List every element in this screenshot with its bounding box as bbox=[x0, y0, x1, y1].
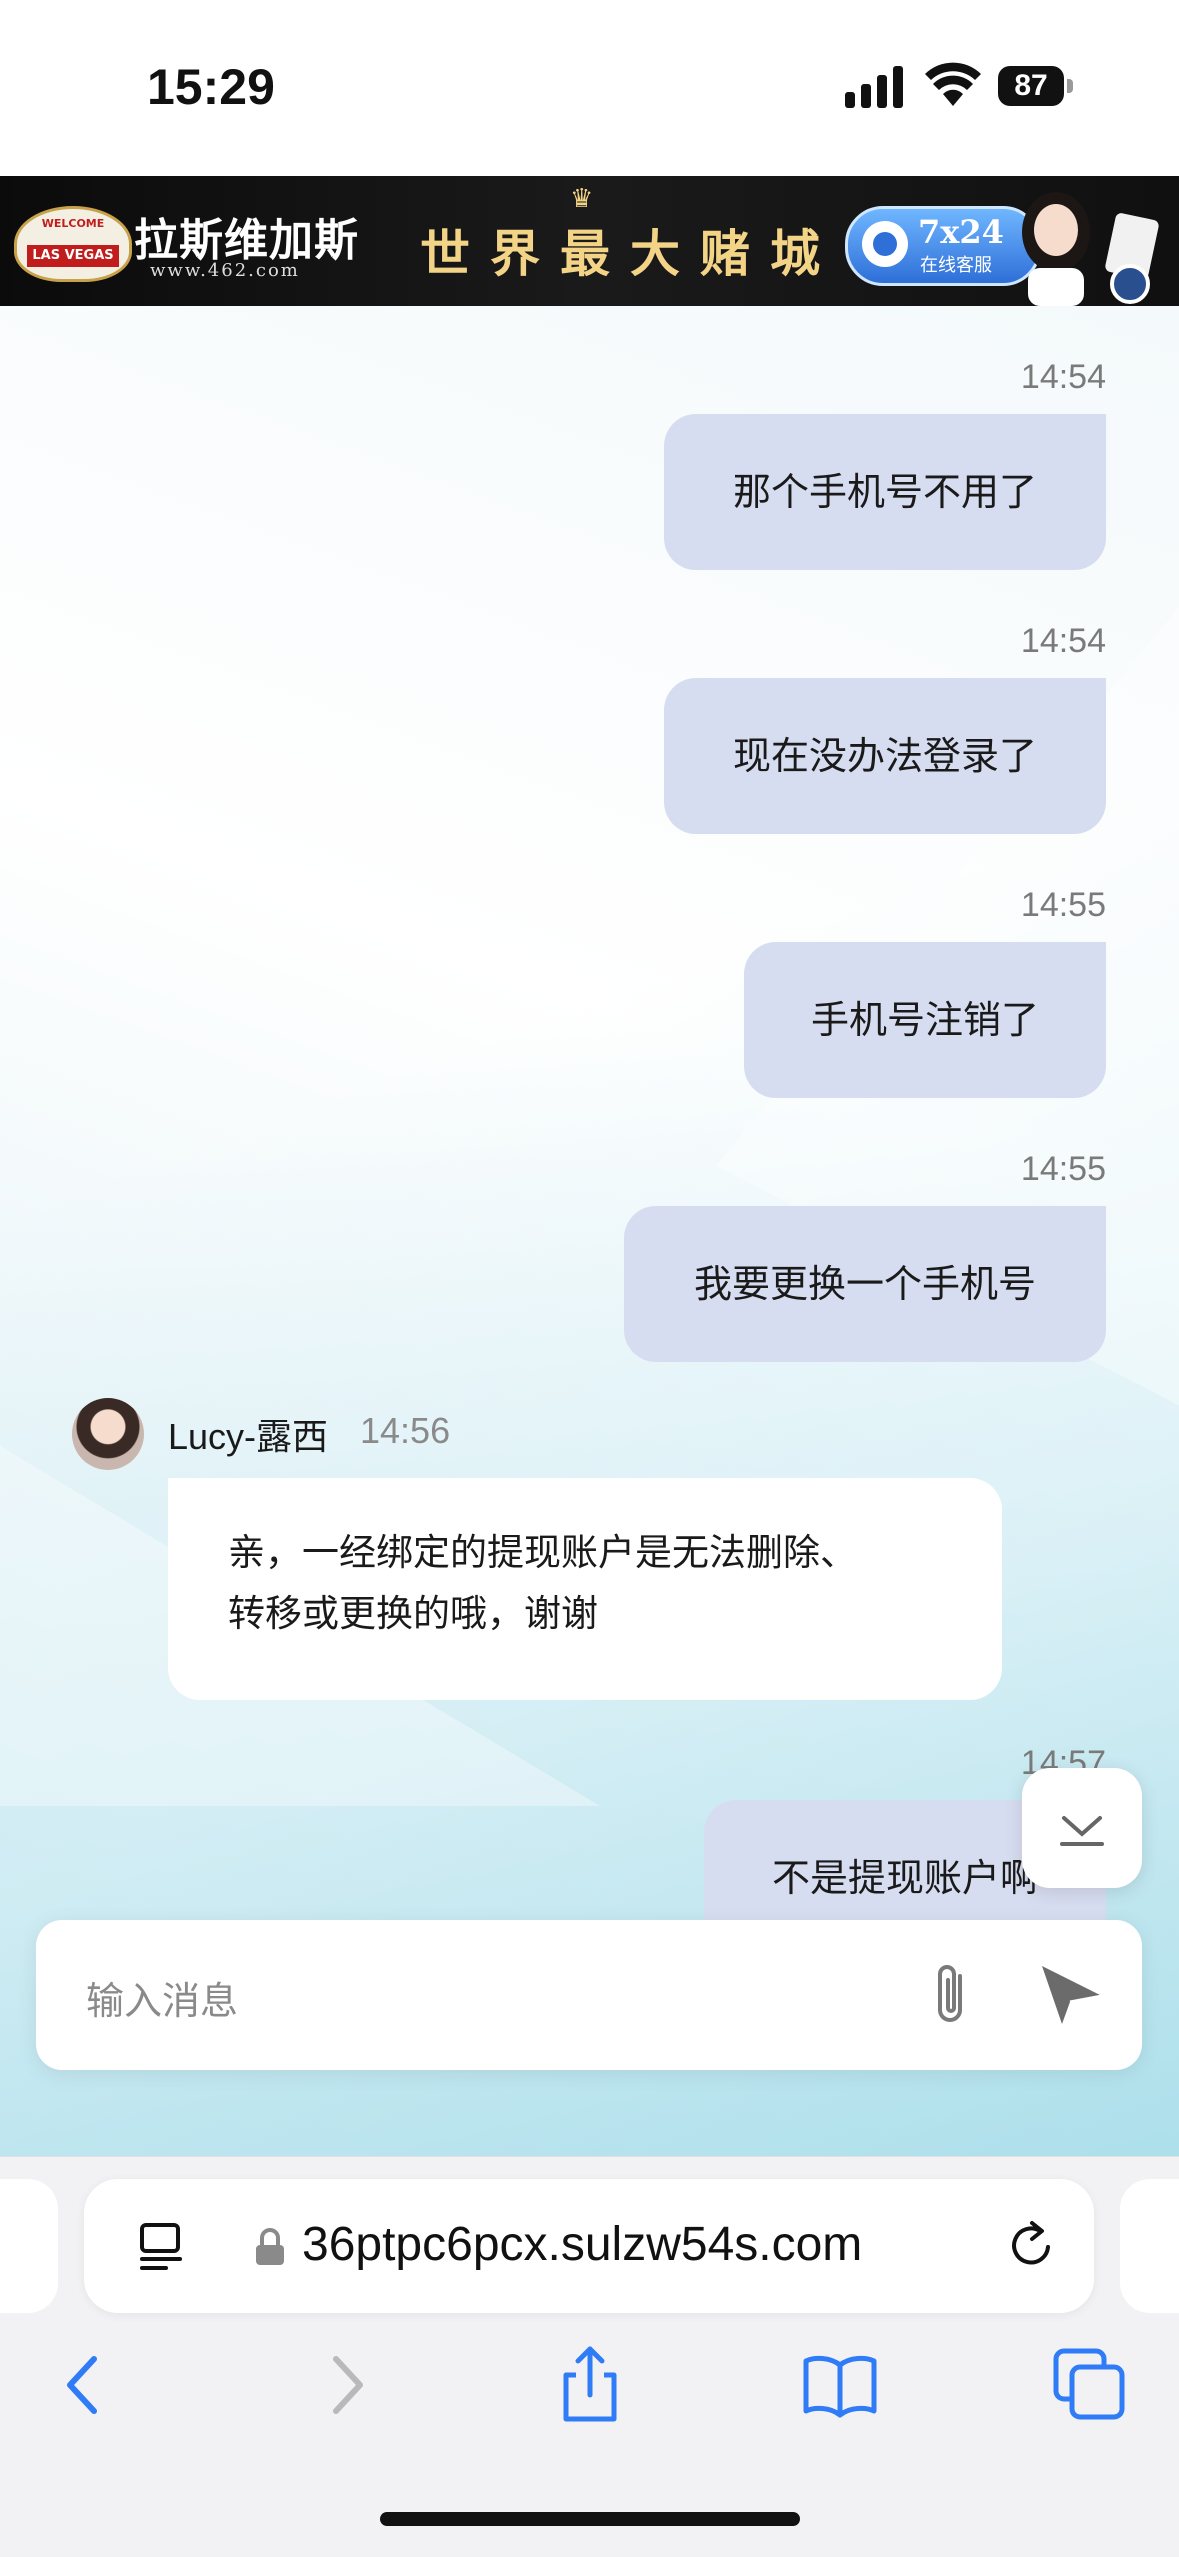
my-message-bubble[interactable]: 我要更换一个手机号 bbox=[624, 1206, 1106, 1362]
forward-button[interactable] bbox=[302, 2345, 382, 2425]
battery-icon: 87 bbox=[998, 66, 1074, 106]
previous-tab-peek[interactable] bbox=[0, 2179, 58, 2313]
support-badge-hours: 7x24 bbox=[918, 213, 1004, 251]
playing-cards-illustration bbox=[1105, 213, 1159, 304]
next-tab-peek[interactable] bbox=[1120, 2179, 1179, 2313]
scroll-to-bottom-button[interactable] bbox=[1022, 1768, 1142, 1888]
back-button[interactable] bbox=[48, 2345, 128, 2425]
agent-message-line: 亲，一经绑定的提现账户是无法删除、 bbox=[228, 1531, 857, 1574]
share-button[interactable] bbox=[550, 2345, 630, 2425]
battery-level: 87 bbox=[998, 66, 1064, 106]
support-badge-label: 在线客服 bbox=[920, 255, 992, 276]
tabs-button[interactable] bbox=[1050, 2345, 1130, 2425]
address-bar[interactable]: 36ptpc6pcx.sulzw54s.com bbox=[84, 2179, 1094, 2313]
message-time: 14:54 bbox=[1020, 358, 1106, 396]
message-time: 14:55 bbox=[1020, 886, 1106, 924]
banner-slogan: 世界最大赌城 bbox=[420, 224, 840, 283]
wifi-icon bbox=[925, 62, 981, 106]
message-time: 14:56 bbox=[360, 1410, 451, 1451]
message-input-placeholder: 输入消息 bbox=[86, 1979, 239, 2023]
lock-icon bbox=[256, 2228, 284, 2265]
chat-area[interactable]: 14:54 那个手机号不用了 14:54 现在没办法登录了 14:55 手机号注… bbox=[0, 306, 1179, 2156]
status-bar: 15:29 87 bbox=[0, 0, 1179, 176]
my-message-bubble[interactable]: 那个手机号不用了 bbox=[664, 414, 1106, 570]
support-agent-illustration bbox=[1022, 192, 1090, 306]
banner-brand-name: 拉斯维加斯 bbox=[134, 215, 359, 266]
attachment-icon[interactable] bbox=[924, 1960, 980, 2030]
url-text: 36ptpc6pcx.sulzw54s.com bbox=[302, 2218, 863, 2271]
agent-message-bubble[interactable]: 亲，一经绑定的提现账户是无法删除、 转移或更换的哦，谢谢 bbox=[168, 1478, 1002, 1700]
agent-avatar[interactable] bbox=[72, 1398, 144, 1470]
ad-banner[interactable]: WELCOME LAS VEGAS 拉斯维加斯 www.462.com ♛ 世界… bbox=[0, 176, 1179, 306]
message-time: 14:54 bbox=[1020, 622, 1106, 660]
reader-icon[interactable] bbox=[136, 2221, 188, 2273]
bookmarks-button[interactable] bbox=[800, 2345, 880, 2425]
reload-icon[interactable] bbox=[1002, 2217, 1060, 2275]
my-message-bubble[interactable]: 手机号注销了 bbox=[744, 942, 1106, 1098]
agent-message-line: 转移或更换的哦，谢谢 bbox=[228, 1592, 598, 1635]
banner-brand-url: www.462.com bbox=[150, 260, 300, 281]
home-indicator[interactable] bbox=[380, 2512, 800, 2526]
agent-name: Lucy-露西 bbox=[168, 1416, 329, 1457]
las-vegas-sign-logo: WELCOME LAS VEGAS bbox=[14, 206, 132, 282]
cellular-signal-icon bbox=[845, 66, 903, 108]
status-time: 15:29 bbox=[147, 59, 275, 115]
headset-icon bbox=[862, 221, 908, 267]
browser-toolbar: 36ptpc6pcx.sulzw54s.com bbox=[0, 2156, 1179, 2557]
my-message-bubble[interactable]: 现在没办法登录了 bbox=[664, 678, 1106, 834]
send-icon[interactable] bbox=[1036, 1962, 1106, 2028]
message-time: 14:55 bbox=[1020, 1150, 1106, 1188]
chevron-down-icon bbox=[1060, 1816, 1104, 1846]
crown-icon: ♛ bbox=[570, 184, 594, 214]
message-input[interactable]: 输入消息 bbox=[36, 1920, 1142, 2070]
